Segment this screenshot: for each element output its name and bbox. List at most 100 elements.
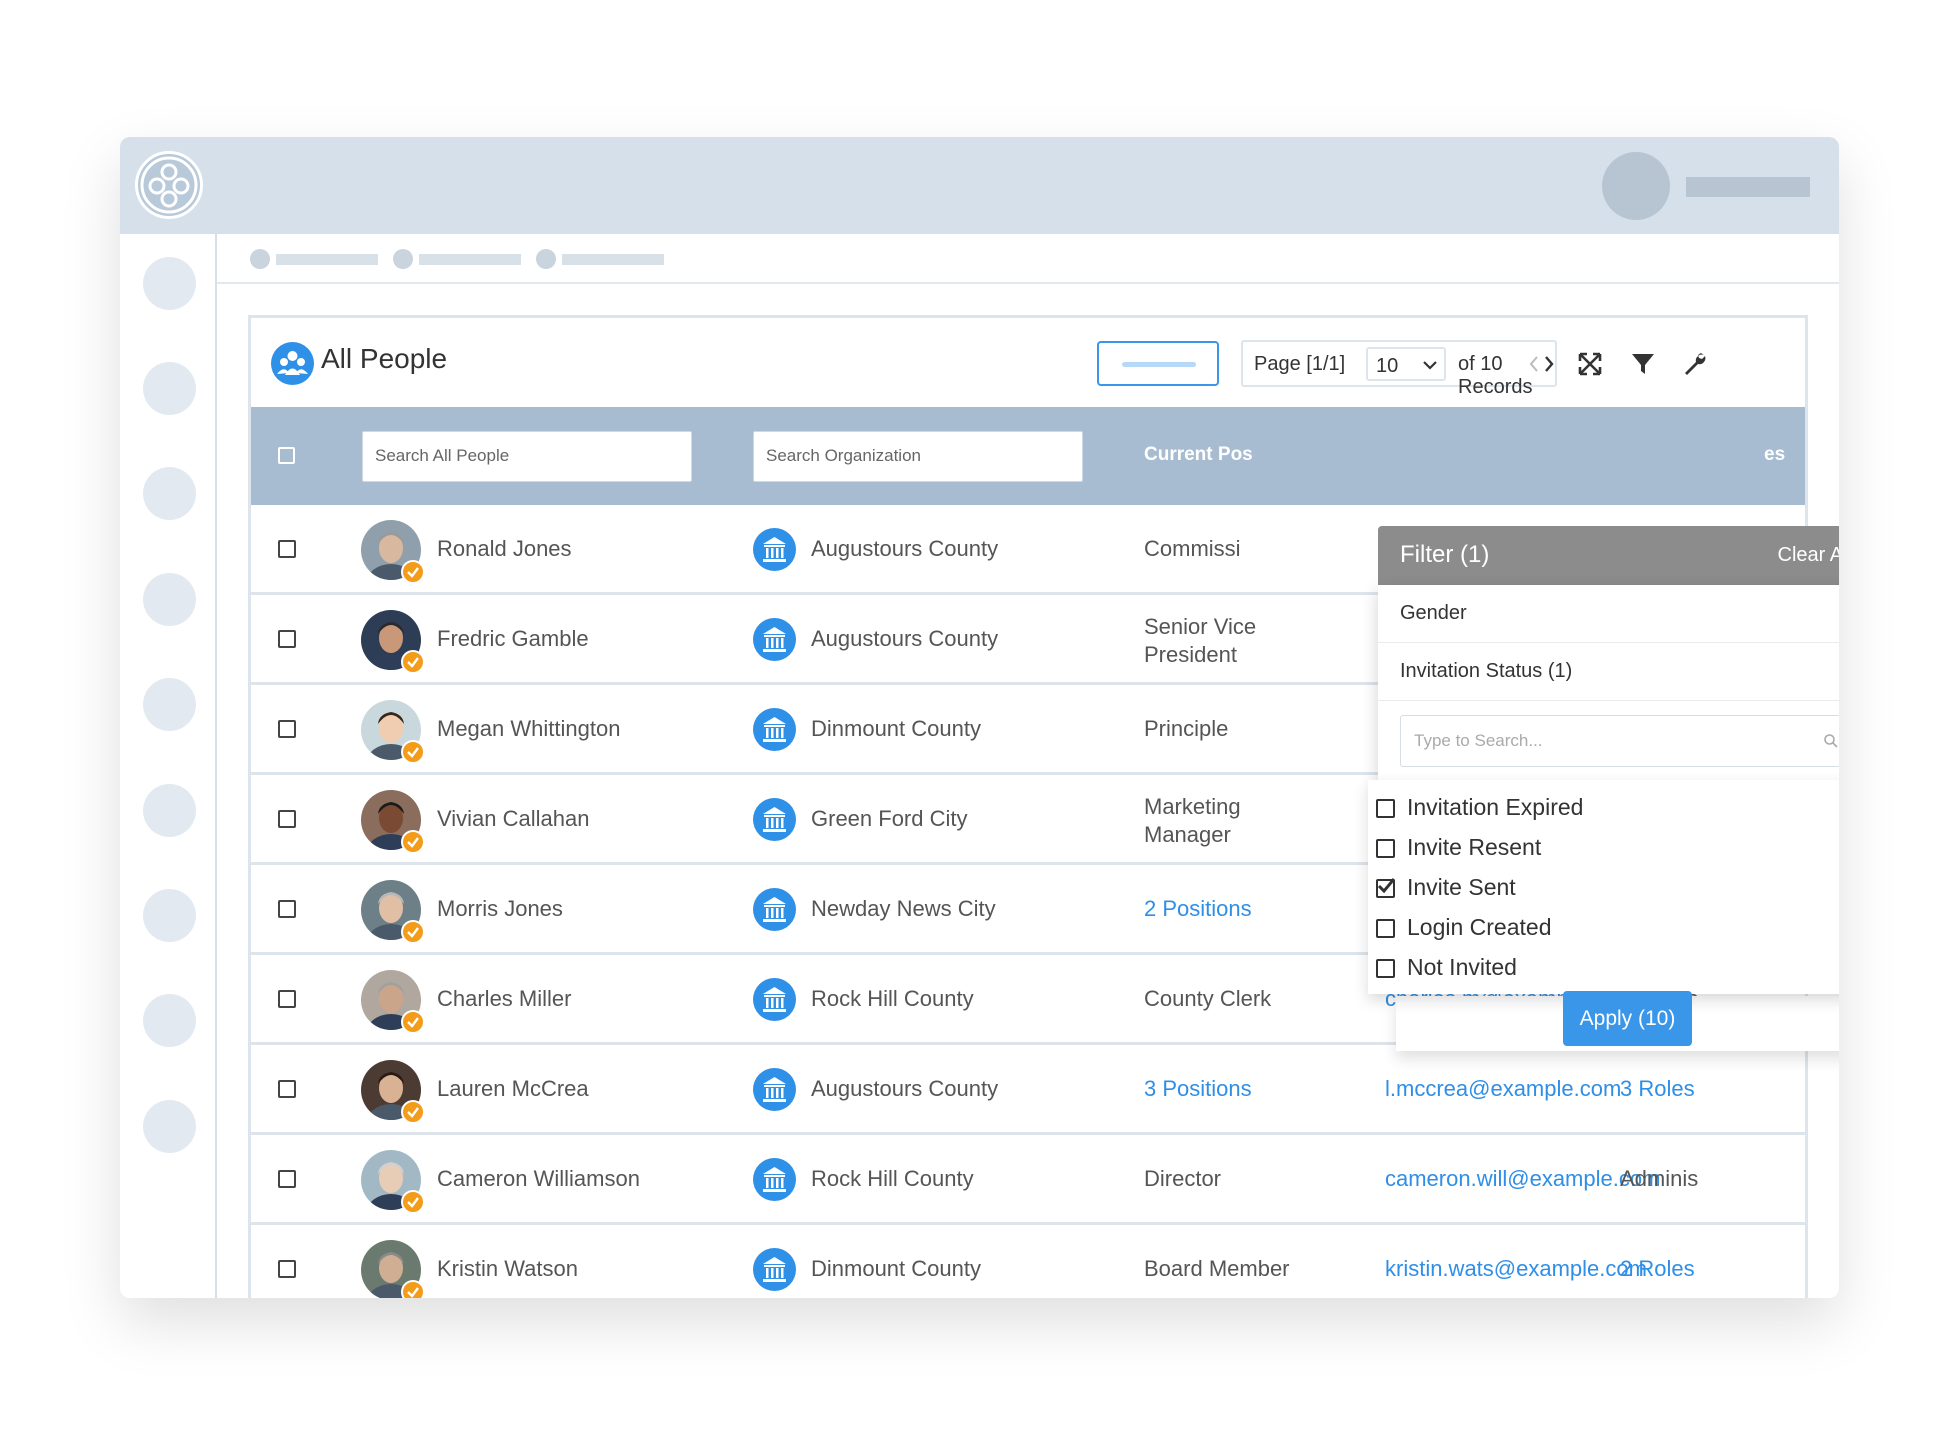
organization-name[interactable]: Green Ford City bbox=[811, 806, 968, 832]
email-link[interactable]: l.mccrea@example.com bbox=[1385, 1076, 1621, 1102]
expand-icon[interactable] bbox=[1577, 351, 1603, 377]
filter-options-list: Invitation Expired Invite Resent Invite … bbox=[1368, 780, 1839, 994]
apply-button[interactable]: Apply (10) bbox=[1563, 991, 1692, 1046]
page-size-select[interactable]: 10 bbox=[1366, 347, 1446, 381]
checkbox[interactable] bbox=[1376, 839, 1395, 858]
row-checkbox[interactable] bbox=[278, 1170, 296, 1188]
avatar[interactable] bbox=[361, 1150, 425, 1214]
breadcrumb bbox=[217, 234, 1839, 284]
breadcrumb-item-2[interactable] bbox=[419, 254, 521, 265]
action-button[interactable] bbox=[1097, 341, 1219, 386]
select-all-checkbox[interactable] bbox=[278, 447, 295, 464]
organization-name[interactable]: Augustours County bbox=[811, 536, 998, 562]
search-icon bbox=[1824, 734, 1838, 748]
sidebar-item-1[interactable] bbox=[143, 257, 196, 310]
organization-name[interactable]: Augustours County bbox=[811, 626, 998, 652]
sidebar-item-9[interactable] bbox=[143, 1100, 196, 1153]
row-checkbox[interactable] bbox=[278, 1080, 296, 1098]
row-checkbox[interactable] bbox=[278, 630, 296, 648]
organization-name[interactable]: Augustours County bbox=[811, 1076, 998, 1102]
avatar[interactable] bbox=[361, 1060, 425, 1124]
chevron-down-icon bbox=[1423, 361, 1437, 370]
row-checkbox[interactable] bbox=[278, 900, 296, 918]
avatar[interactable] bbox=[361, 970, 425, 1034]
person-name[interactable]: Lauren McCrea bbox=[437, 1076, 589, 1102]
filter-option-label: Invitation Expired bbox=[1407, 794, 1584, 820]
person-name[interactable]: Cameron Williamson bbox=[437, 1166, 640, 1192]
verified-badge-icon bbox=[401, 1100, 425, 1124]
checkbox-checked[interactable] bbox=[1376, 878, 1395, 898]
breadcrumb-item-1[interactable] bbox=[276, 254, 378, 265]
row-checkbox[interactable] bbox=[278, 810, 296, 828]
breadcrumb-item-3[interactable] bbox=[562, 254, 664, 265]
chevron-right-icon[interactable] bbox=[1544, 355, 1554, 373]
filter-section-invitation-status[interactable]: Invitation Status (1) bbox=[1378, 643, 1839, 701]
page-size-value: 10 bbox=[1376, 355, 1399, 377]
organization-icon bbox=[753, 798, 796, 841]
wrench-icon[interactable] bbox=[1682, 351, 1708, 377]
roles: Adminis bbox=[1620, 1166, 1699, 1191]
row-checkbox[interactable] bbox=[278, 1260, 296, 1278]
checkbox[interactable] bbox=[1376, 799, 1395, 818]
checkbox[interactable] bbox=[1376, 919, 1395, 938]
organization-name[interactable]: Rock Hill County bbox=[811, 1166, 974, 1192]
app-logo-icon[interactable] bbox=[135, 151, 203, 219]
row-checkbox[interactable] bbox=[278, 990, 296, 1008]
sidebar-item-7[interactable] bbox=[143, 889, 196, 942]
sidebar-item-5[interactable] bbox=[143, 678, 196, 731]
avatar[interactable] bbox=[361, 880, 425, 944]
filter-body: Gender Invitation Status (1) Type to Sea… bbox=[1378, 585, 1839, 780]
avatar[interactable] bbox=[361, 1240, 425, 1298]
current-position[interactable]: 2 Positions bbox=[1144, 896, 1252, 922]
chevron-left-icon[interactable] bbox=[1529, 355, 1539, 373]
verified-badge-icon bbox=[401, 830, 425, 854]
current-position: County Clerk bbox=[1144, 986, 1272, 1011]
checkbox[interactable] bbox=[1376, 959, 1395, 978]
verified-badge-icon bbox=[401, 1280, 425, 1298]
roles[interactable]: 3 Roles bbox=[1620, 1076, 1695, 1102]
person-name[interactable]: Ronald Jones bbox=[437, 536, 572, 562]
person-name[interactable]: Vivian Callahan bbox=[437, 806, 589, 832]
filter-search-input[interactable]: Type to Search... bbox=[1400, 715, 1839, 767]
top-bar bbox=[120, 137, 1839, 234]
sidebar-item-3[interactable] bbox=[143, 467, 196, 520]
person-name[interactable]: Morris Jones bbox=[437, 896, 563, 922]
organization-name[interactable]: Rock Hill County bbox=[811, 986, 974, 1012]
column-roles[interactable]: es bbox=[1764, 444, 1785, 466]
user-avatar[interactable] bbox=[1602, 152, 1670, 220]
person-name[interactable]: Fredric Gamble bbox=[437, 626, 589, 652]
current-position: Board Member bbox=[1144, 1256, 1290, 1281]
filter-section-gender[interactable]: Gender bbox=[1378, 585, 1839, 643]
sidebar-item-2[interactable] bbox=[143, 362, 196, 415]
avatar[interactable] bbox=[361, 790, 425, 854]
sidebar-item-6[interactable] bbox=[143, 784, 196, 837]
avatar[interactable] bbox=[361, 610, 425, 674]
organization-name[interactable]: Dinmount County bbox=[811, 716, 981, 742]
organization-name[interactable]: Newday News City bbox=[811, 896, 996, 922]
person-name[interactable]: Charles Miller bbox=[437, 986, 571, 1012]
organization-name[interactable]: Dinmount County bbox=[811, 1256, 981, 1282]
verified-badge-icon bbox=[401, 740, 425, 764]
person-name[interactable]: Kristin Watson bbox=[437, 1256, 578, 1282]
roles[interactable]: 2 Roles bbox=[1620, 1256, 1695, 1282]
filter-option-label: Login Created bbox=[1407, 914, 1552, 940]
search-people-input[interactable]: Search All People bbox=[362, 431, 692, 482]
row-checkbox[interactable] bbox=[278, 720, 296, 738]
person-name[interactable]: Megan Whittington bbox=[437, 716, 620, 742]
filter-icon[interactable] bbox=[1630, 351, 1656, 377]
row-checkbox[interactable] bbox=[278, 540, 296, 558]
table-row[interactable]: Kristin Watson Dinmount County Board Membe… bbox=[251, 1225, 1805, 1298]
table-row[interactable]: Lauren McCrea Augustours County 3 Position… bbox=[251, 1045, 1805, 1135]
avatar[interactable] bbox=[361, 520, 425, 584]
clear-all-button[interactable]: Clear All bbox=[1778, 544, 1839, 567]
sidebar-item-4[interactable] bbox=[143, 573, 196, 626]
filter-section-label: Invitation Status (1) bbox=[1400, 660, 1573, 682]
breadcrumb-dot bbox=[250, 249, 270, 269]
avatar[interactable] bbox=[361, 700, 425, 764]
email-link[interactable]: kristin.wats@example.com bbox=[1385, 1256, 1647, 1282]
column-current-position[interactable]: Current Pos bbox=[1144, 444, 1253, 466]
sidebar-item-8[interactable] bbox=[143, 994, 196, 1047]
table-row[interactable]: Cameron Williamson Rock Hill County Direct… bbox=[251, 1135, 1805, 1225]
search-organization-input[interactable]: Search Organization bbox=[753, 431, 1083, 482]
current-position[interactable]: 3 Positions bbox=[1144, 1076, 1252, 1102]
